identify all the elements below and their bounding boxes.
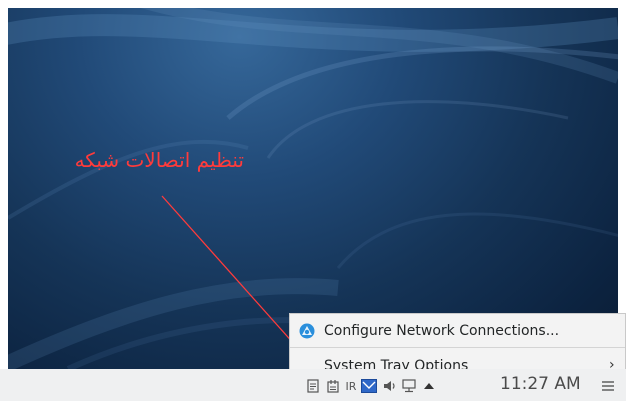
- notes-icon[interactable]: [326, 378, 340, 394]
- keyboard-layout-icon[interactable]: IR: [343, 378, 359, 394]
- network-wired-icon[interactable]: [402, 378, 416, 394]
- mail-icon[interactable]: [361, 378, 377, 394]
- menu-separator: [290, 347, 625, 348]
- configure-network-connections-label: Configure Network Connections...: [324, 323, 560, 339]
- volume-icon[interactable]: [383, 378, 397, 394]
- clipboard-icon[interactable]: [306, 378, 320, 394]
- annotation-label: تنظیم اتصالات شبکه: [74, 148, 244, 172]
- configure-network-connections-menu-item[interactable]: Configure Network Connections...: [290, 315, 625, 347]
- taskbar-panel: IR 11:27 AM: [0, 369, 626, 401]
- hamburger-menu-icon[interactable]: [600, 378, 616, 394]
- screen: تنظیم اتصالات شبکه Configure Network Con…: [0, 0, 626, 401]
- network-icon: [299, 323, 315, 339]
- expand-tray-arrow-icon[interactable]: [422, 378, 436, 394]
- clock[interactable]: 11:27 AM: [500, 374, 581, 394]
